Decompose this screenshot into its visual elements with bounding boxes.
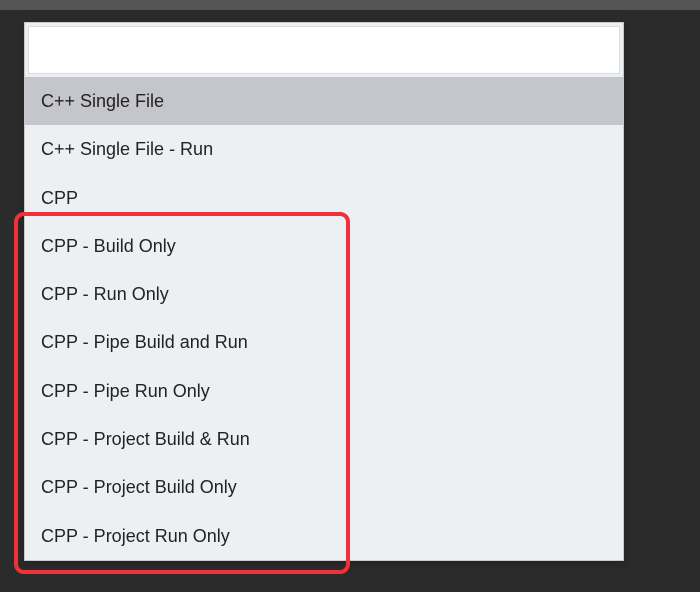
list-item[interactable]: CPP - Pipe Run Only — [25, 367, 623, 415]
list-item[interactable]: CPP - Project Run Only — [25, 512, 623, 560]
list-item[interactable]: CPP - Project Build & Run — [25, 415, 623, 463]
build-system-dropdown: C++ Single File C++ Single File - Run CP… — [24, 22, 624, 561]
list-item[interactable]: CPP - Build Only — [25, 222, 623, 270]
list-item[interactable]: CPP - Project Build Only — [25, 463, 623, 511]
option-list: C++ Single File C++ Single File - Run CP… — [25, 77, 623, 560]
list-item[interactable]: CPP - Pipe Build and Run — [25, 318, 623, 366]
window-title-bar — [0, 0, 700, 10]
list-item[interactable]: CPP — [25, 174, 623, 222]
list-item[interactable]: C++ Single File — [25, 77, 623, 125]
search-input[interactable] — [28, 26, 620, 74]
list-item[interactable]: CPP - Run Only — [25, 270, 623, 318]
list-item[interactable]: C++ Single File - Run — [25, 125, 623, 173]
